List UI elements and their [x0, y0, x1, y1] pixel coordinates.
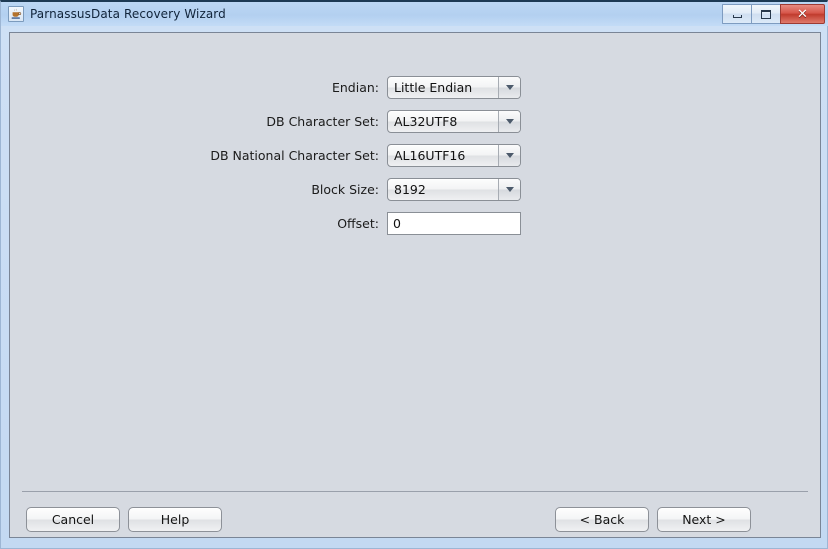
db-character-set-combo[interactable]: AL32UTF8	[387, 109, 521, 133]
form-row-offset: Offset: 0	[10, 211, 820, 235]
chevron-down-glyph	[505, 84, 514, 90]
window-title: ParnassusData Recovery Wizard	[30, 7, 226, 21]
db-national-character-set-label: DB National Character Set:	[210, 147, 379, 163]
java-coffee-cup-icon	[8, 6, 24, 22]
button-bar: Cancel Help < Back Next >	[10, 500, 820, 538]
cancel-button[interactable]: Cancel	[26, 507, 120, 532]
offset-input[interactable]: 0	[387, 211, 521, 235]
help-button[interactable]: Help	[128, 507, 222, 532]
chevron-down-icon[interactable]	[498, 76, 520, 98]
maximize-icon	[761, 9, 771, 19]
form-row-block-size: Block Size: 8192	[10, 177, 820, 201]
minimize-icon	[732, 15, 742, 18]
content-panel: Endian: Little Endian DB Character Set: …	[9, 32, 821, 538]
db-character-set-label: DB Character Set:	[266, 113, 379, 129]
chevron-down-glyph	[505, 152, 514, 158]
db-national-character-set-combo-value: AL16UTF16	[394, 147, 466, 163]
block-size-combo[interactable]: 8192	[387, 177, 521, 201]
window-controls: ✕	[722, 4, 825, 24]
block-size-combo-value: 8192	[394, 181, 426, 197]
offset-label: Offset:	[337, 215, 379, 231]
next-button[interactable]: Next >	[657, 507, 751, 532]
maximize-button[interactable]	[751, 4, 780, 24]
block-size-label: Block Size:	[311, 181, 379, 197]
application-window: ParnassusData Recovery Wizard ✕ Endian: …	[0, 0, 828, 549]
back-button[interactable]: < Back	[555, 507, 649, 532]
db-character-set-combo-value: AL32UTF8	[394, 113, 458, 129]
form-row-db-character-set: DB Character Set: AL32UTF8	[10, 109, 820, 133]
chevron-down-icon[interactable]	[498, 110, 520, 132]
title-bar[interactable]: ParnassusData Recovery Wizard ✕	[1, 2, 828, 26]
endian-combo-value: Little Endian	[394, 79, 473, 95]
endian-label: Endian:	[331, 79, 379, 95]
endian-combo[interactable]: Little Endian	[387, 75, 521, 99]
settings-form: Endian: Little Endian DB Character Set: …	[10, 33, 820, 245]
footer-separator	[22, 491, 808, 492]
close-icon: ✕	[797, 6, 808, 22]
chevron-down-icon[interactable]	[498, 178, 520, 200]
close-button[interactable]: ✕	[780, 4, 825, 24]
form-row-endian: Endian: Little Endian	[10, 75, 820, 99]
chevron-down-glyph	[505, 118, 514, 124]
chevron-down-glyph	[505, 186, 514, 192]
minimize-button[interactable]	[722, 4, 751, 24]
chevron-down-icon[interactable]	[498, 144, 520, 166]
form-row-db-national-character-set: DB National Character Set: AL16UTF16	[10, 143, 820, 167]
db-national-character-set-combo[interactable]: AL16UTF16	[387, 143, 521, 167]
